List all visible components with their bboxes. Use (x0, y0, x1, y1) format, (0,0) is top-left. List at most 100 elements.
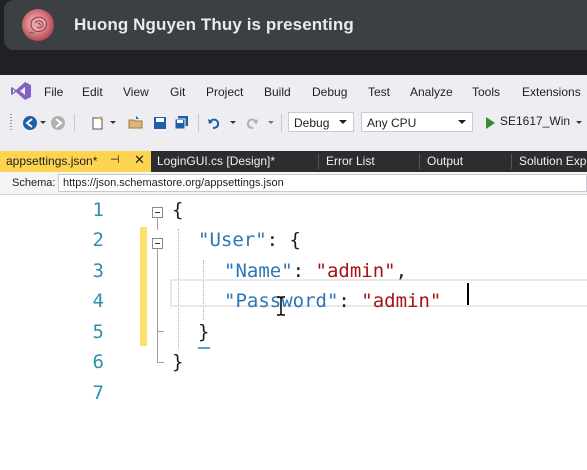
configuration-value: Debug (294, 116, 330, 130)
schema-url-input[interactable]: https://json.schemastore.org/appsettings… (58, 174, 587, 192)
outline-end (157, 331, 164, 332)
menu-project[interactable]: Project (206, 85, 243, 99)
code-line-4: "Password": "admin" (224, 290, 441, 312)
json-string: "admin" (361, 290, 442, 312)
document-tab-bar: appsettings.json* ⊣ ✕ LoginGUI.cs [Desig… (0, 151, 587, 172)
text-caret (467, 283, 469, 305)
toolbar: Debug Any CPU SE1617_Win (0, 109, 587, 137)
line-number: 4 (92, 290, 104, 312)
menu-build[interactable]: Build (264, 85, 291, 99)
save-all-icon[interactable] (174, 115, 190, 131)
code-editor[interactable]: 1 2 3 4 5 6 7 { "User": { "Name": "admin… (0, 195, 587, 470)
undo-icon[interactable] (206, 115, 222, 131)
schema-label: Schema: (12, 177, 56, 189)
back-arrow-icon[interactable] (22, 115, 38, 131)
code-line-5: } (198, 321, 209, 343)
menu-view[interactable]: View (123, 85, 149, 99)
json-key: "User" (198, 229, 267, 251)
brace: } (172, 351, 184, 373)
collapse-icon[interactable] (152, 238, 163, 249)
tab-label: LoginGUI.cs [Design]* (157, 154, 276, 168)
json-string: "admin" (315, 260, 396, 282)
code-line-6: } (172, 351, 183, 373)
tab-error-list[interactable]: Error List (320, 151, 418, 172)
unsaved-change-marker (140, 227, 147, 346)
menu-git[interactable]: Git (170, 85, 185, 99)
ibeam-cursor-icon (277, 296, 285, 316)
tab-label: appsettings.json* (6, 154, 98, 168)
chevron-down-icon (339, 120, 347, 124)
toolbar-separator (198, 114, 199, 132)
redo-dropdown-icon[interactable] (268, 121, 274, 124)
visual-studio-window: File Edit View Git Project Build Debug T… (0, 75, 587, 470)
code-line-2: "User": { (198, 229, 301, 251)
json-key: "Name" (224, 260, 293, 282)
tab-output[interactable]: Output (421, 151, 511, 172)
start-debugging-play-icon[interactable] (482, 115, 498, 131)
menu-extensions[interactable]: Extensions (522, 85, 581, 99)
json-punct: , (395, 260, 408, 282)
line-number: 5 (92, 321, 104, 343)
schema-bar: Schema: https://json.schemastore.org/app… (0, 172, 587, 195)
run-target-dropdown-icon[interactable] (576, 121, 582, 124)
avatar (22, 9, 54, 41)
tab-label: Solution Exp (519, 154, 587, 168)
outline-line (157, 331, 158, 362)
code-line-1: { (172, 199, 183, 221)
brace: { (172, 199, 184, 221)
rose-icon (28, 16, 47, 34)
presenter-card: Huong Nguyen Thuy is presenting (4, 0, 587, 50)
json-punct: : (292, 260, 316, 282)
line-number: 7 (92, 382, 104, 404)
menu-file[interactable]: File (44, 85, 63, 99)
editor-margin (0, 195, 38, 470)
tab-label: Output (427, 154, 464, 168)
tab-separator (511, 154, 512, 169)
redo-icon[interactable] (244, 115, 260, 131)
json-punct: : { (266, 229, 301, 251)
new-item-icon[interactable] (90, 115, 106, 131)
matching-brace-underline (198, 347, 210, 349)
presenting-banner: Huong Nguyen Thuy is presenting (0, 0, 587, 52)
tab-appsettings-json[interactable]: appsettings.json* ⊣ ✕ (0, 151, 151, 172)
tab-separator (318, 154, 319, 169)
line-number: 1 (92, 199, 104, 221)
schema-url-value: https://json.schemastore.org/appsettings… (63, 177, 284, 189)
menu-tools[interactable]: Tools (472, 85, 500, 99)
close-icon[interactable]: ✕ (134, 152, 145, 168)
outline-line (157, 249, 158, 331)
toolbar-grip[interactable] (10, 114, 12, 132)
menu-test[interactable]: Test (368, 85, 390, 99)
json-punct: : (338, 290, 362, 312)
platform-dropdown[interactable]: Any CPU (361, 112, 473, 132)
outline-line (157, 218, 158, 230)
tab-logingui-design[interactable]: LoginGUI.cs [Design]* (151, 151, 318, 172)
forward-arrow-icon[interactable] (50, 115, 66, 131)
menu-analyze[interactable]: Analyze (410, 85, 453, 99)
new-item-dropdown-icon[interactable] (110, 121, 116, 124)
menu-edit[interactable]: Edit (82, 85, 103, 99)
brace: } (198, 321, 210, 343)
tab-separator (419, 154, 420, 169)
menu-debug[interactable]: Debug (312, 85, 347, 99)
line-number: 3 (92, 260, 104, 282)
line-number: 2 (92, 229, 104, 251)
menu-bar: File Edit View Git Project Build Debug T… (0, 75, 587, 107)
outline-end (157, 362, 164, 363)
presenter-text: Huong Nguyen Thuy is presenting (74, 15, 354, 34)
visual-studio-logo-icon (11, 82, 31, 100)
back-dropdown-icon[interactable] (40, 121, 46, 124)
undo-dropdown-icon[interactable] (230, 121, 236, 124)
chevron-down-icon (458, 120, 466, 124)
save-icon[interactable] (152, 115, 168, 131)
toolbar-separator (74, 114, 75, 132)
pin-icon[interactable]: ⊣ (110, 153, 120, 166)
open-folder-icon[interactable] (128, 115, 144, 131)
configuration-dropdown[interactable]: Debug (288, 112, 354, 132)
run-target-label[interactable]: SE1617_Win (500, 114, 570, 128)
tab-label: Error List (326, 154, 375, 168)
collapse-icon[interactable] (152, 207, 163, 218)
toolbar-separator (281, 114, 282, 132)
tab-solution-explorer[interactable]: Solution Exp (513, 151, 587, 172)
line-number: 6 (92, 351, 104, 373)
